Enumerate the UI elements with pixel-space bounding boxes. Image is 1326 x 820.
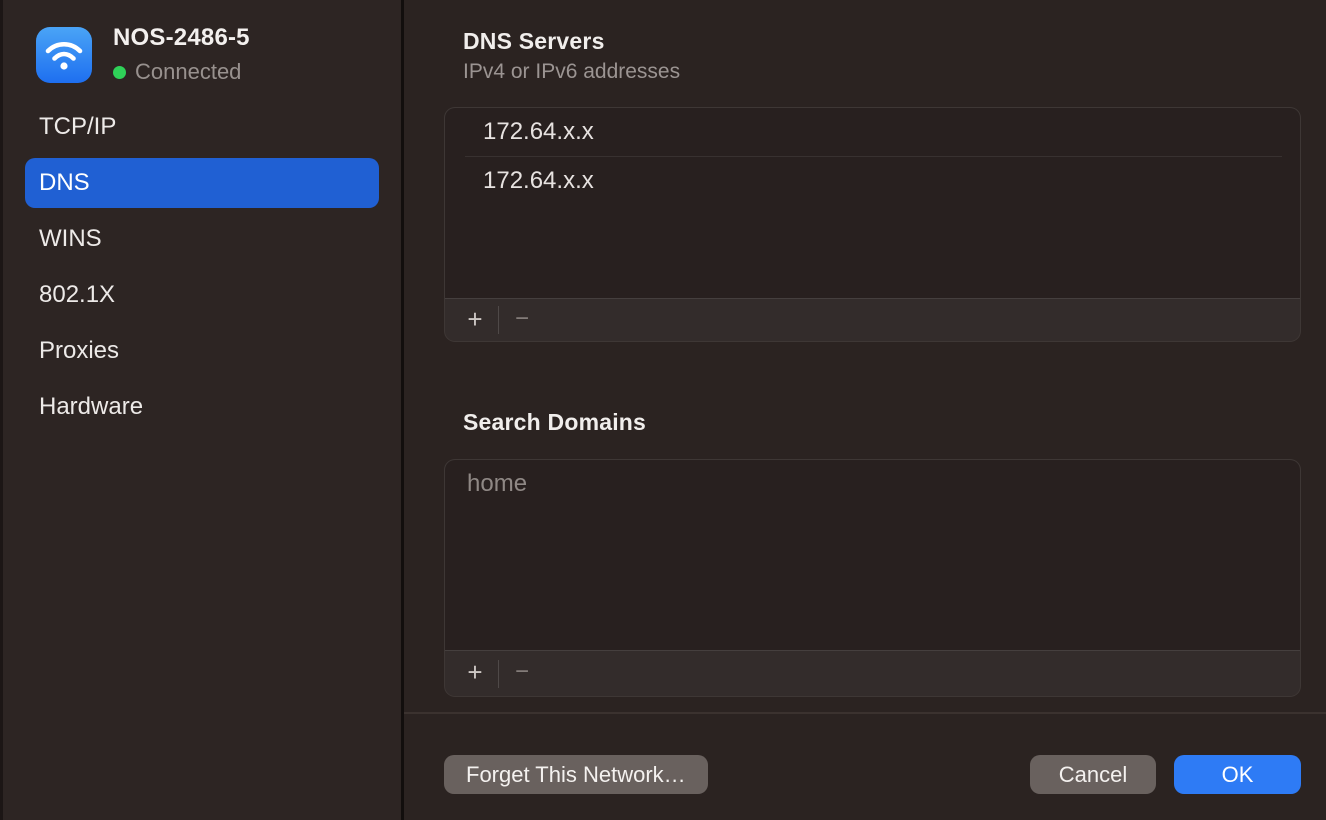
dns-servers-rows: 172.64.x.x 172.64.x.x bbox=[445, 108, 1300, 298]
dns-pane: DNS Servers IPv4 or IPv6 addresses 172.6… bbox=[404, 0, 1326, 820]
sidebar-item-tcpip[interactable]: TCP/IP bbox=[25, 102, 379, 152]
minus-icon: − bbox=[515, 305, 529, 332]
sidebar-item-dns[interactable]: DNS bbox=[25, 158, 379, 208]
connected-dot-icon bbox=[113, 66, 126, 79]
dns-server-row[interactable]: 172.64.x.x bbox=[445, 108, 1300, 156]
dns-servers-title: DNS Servers bbox=[463, 28, 605, 55]
sidebar-item-8021x[interactable]: 802.1X bbox=[25, 270, 379, 320]
toolbar-divider bbox=[498, 306, 499, 334]
dns-servers-subtitle: IPv4 or IPv6 addresses bbox=[463, 60, 680, 84]
search-domains-toolbar: + − bbox=[445, 650, 1300, 696]
network-status: Connected bbox=[113, 59, 250, 85]
sidebar-item-hardware[interactable]: Hardware bbox=[25, 382, 379, 432]
search-domains-rows: home bbox=[445, 460, 1300, 650]
search-domain-row[interactable]: home bbox=[445, 460, 1300, 508]
remove-search-domain-button[interactable]: − bbox=[505, 660, 539, 687]
ok-button[interactable]: OK bbox=[1174, 755, 1301, 794]
footer: Forget This Network… Cancel OK bbox=[444, 755, 1301, 794]
dns-servers-toolbar: + − bbox=[445, 298, 1300, 341]
sidebar-nav: TCP/IP DNS WINS 802.1X Proxies Hardware bbox=[25, 102, 379, 432]
sidebar-item-wins[interactable]: WINS bbox=[25, 214, 379, 264]
search-domains-list: home + − bbox=[444, 459, 1301, 697]
dns-server-row[interactable]: 172.64.x.x bbox=[445, 157, 1300, 205]
plus-icon: + bbox=[467, 304, 482, 334]
add-search-domain-button[interactable]: + bbox=[458, 659, 492, 688]
sidebar: NOS-2486-5 Connected TCP/IP DNS WINS 802… bbox=[0, 0, 404, 820]
forget-network-button[interactable]: Forget This Network… bbox=[444, 755, 708, 794]
add-dns-server-button[interactable]: + bbox=[458, 306, 492, 335]
network-status-label: Connected bbox=[135, 59, 241, 85]
network-info: NOS-2486-5 Connected bbox=[113, 24, 250, 85]
network-header: NOS-2486-5 Connected bbox=[36, 24, 250, 85]
footer-divider bbox=[404, 712, 1326, 714]
toolbar-divider bbox=[498, 660, 499, 688]
network-name: NOS-2486-5 bbox=[113, 24, 250, 52]
remove-dns-server-button[interactable]: − bbox=[505, 307, 539, 334]
wifi-icon bbox=[36, 27, 92, 83]
cancel-button[interactable]: Cancel bbox=[1030, 755, 1156, 794]
sidebar-item-proxies[interactable]: Proxies bbox=[25, 326, 379, 376]
plus-icon: + bbox=[467, 657, 482, 687]
minus-icon: − bbox=[515, 658, 529, 685]
wifi-details-dialog: NOS-2486-5 Connected TCP/IP DNS WINS 802… bbox=[0, 0, 1326, 820]
search-domains-title: Search Domains bbox=[463, 409, 646, 436]
dns-servers-list: 172.64.x.x 172.64.x.x + − bbox=[444, 107, 1301, 342]
